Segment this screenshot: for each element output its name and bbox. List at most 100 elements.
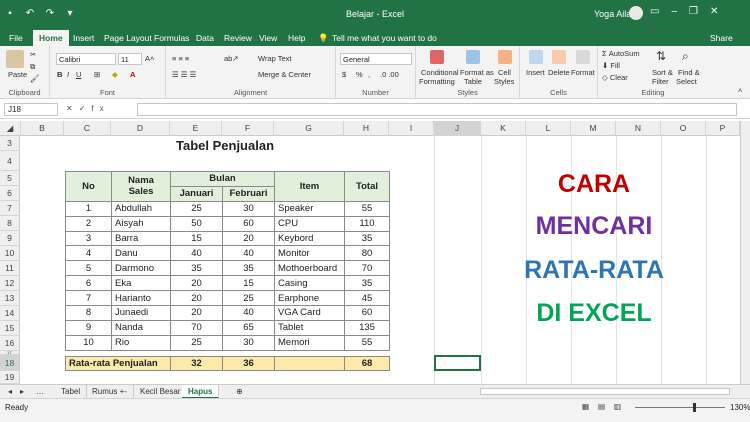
bold-button[interactable]: B [57,70,62,79]
format-cells-icon[interactable] [576,50,590,66]
insert-cells-button[interactable]: Insert [526,68,545,77]
header-nama[interactable]: Nama Sales [111,171,171,202]
cell-nama[interactable]: Darmono [111,260,171,277]
formatting-label[interactable]: Formatting [419,77,455,86]
comma-button[interactable]: , [368,70,370,79]
cell-total[interactable]: 70 [344,260,390,277]
cell-no[interactable]: 3 [65,230,112,247]
cell-total[interactable]: 55 [344,334,390,351]
header-no[interactable]: No [65,171,112,202]
cell-nama[interactable]: Junaedi [111,305,171,321]
align-left-icon[interactable]: ☰ ☰ ☰ [172,70,196,79]
fill-color-icon[interactable]: ◆ [112,70,118,79]
row-header[interactable]: 3 [0,136,20,151]
tab-review[interactable]: Review [224,33,252,43]
cell-total[interactable]: 110 [344,215,390,232]
column-header[interactable]: L [526,121,571,136]
cell-nama[interactable]: Eka [111,275,171,292]
cell-styles-icon[interactable] [498,50,512,66]
sheet-menu-icon[interactable]: … [30,385,50,399]
header-februari[interactable]: Februari [222,185,275,202]
cell-item[interactable]: Memori [274,334,345,351]
cell-februari[interactable]: 35 [222,260,275,277]
cell-no[interactable]: 1 [65,200,112,217]
underline-button[interactable]: U [76,70,81,79]
tab-file[interactable]: File [9,33,23,43]
cell-no[interactable]: 2 [65,215,112,232]
cell-no[interactable]: 5 [65,260,112,277]
enter-icon[interactable]: ✓ [79,104,92,113]
cell-total[interactable]: 80 [344,245,390,262]
merge-center-button[interactable]: Merge & Center [258,70,311,79]
collapse-ribbon-icon[interactable]: ˄ [738,86,742,95]
cell-item[interactable]: Mothoerboard [274,260,345,277]
cell-no[interactable]: 6 [65,275,112,292]
row-header[interactable]: 7 [0,201,20,216]
cell-februari[interactable]: 65 [222,319,275,336]
column-header[interactable]: F [222,121,274,136]
cell-item[interactable]: VGA Card [274,305,345,321]
cell-februari[interactable]: 60 [222,215,275,232]
cell-total[interactable]: 45 [344,290,390,307]
delete-cells-button[interactable]: Delete [548,68,570,77]
autosum-button[interactable]: Σ AutoSum [602,49,640,58]
cell-februari[interactable]: 40 [222,305,275,321]
column-header[interactable]: D [111,121,170,136]
sheet-tab-tabel[interactable]: Tabel [55,385,88,399]
cell-februari[interactable]: 30 [222,334,275,351]
header-bulan[interactable]: Bulan [170,171,275,187]
horizontal-scrollbar[interactable] [480,388,730,395]
cell-item[interactable]: Earphone [274,290,345,307]
cell-januari[interactable]: 40 [170,245,223,262]
percent-button[interactable]: % [356,70,363,79]
cell-januari[interactable]: 25 [170,334,223,351]
copy-icon[interactable]: ⧉ [30,62,35,72]
zoom-level[interactable]: 130% [730,403,750,412]
header-total[interactable]: Total [344,171,390,202]
row-header-active[interactable]: 18 [0,355,20,371]
cell-januari[interactable]: 50 [170,215,223,232]
restore-icon[interactable]: ❐ [689,6,698,17]
column-header-active[interactable]: J [434,121,481,136]
paste-icon[interactable] [6,50,24,70]
cell-januari[interactable]: 15 [170,230,223,247]
cell-total[interactable]: 35 [344,275,390,292]
tab-formulas[interactable]: Formulas [154,33,189,43]
font-size-select[interactable]: 11 [118,53,142,65]
column-header[interactable]: N [616,121,661,136]
tell-me-search[interactable]: Tell me what you want to do [332,33,437,43]
format-cells-button[interactable]: Format [571,68,595,77]
minimize-icon[interactable]: – [671,6,677,17]
page-layout-view-icon[interactable]: ▤ [598,402,605,411]
conditional-label[interactable]: Conditional [421,68,459,77]
cell-nama[interactable]: Aisyah [111,215,171,232]
cell-total[interactable]: 60 [344,305,390,321]
column-header[interactable]: H [344,121,389,136]
average-januari[interactable]: 32 [170,356,223,371]
row-header[interactable]: 12 [0,276,20,291]
select-label[interactable]: Select [676,77,697,86]
increase-font-icon[interactable]: A˄ [145,54,154,63]
borders-icon[interactable]: ⊞ [94,70,100,79]
row-header[interactable]: 11 [0,261,20,276]
zoom-slider[interactable] [635,407,725,408]
align-top-icon[interactable]: ≡ ≡ ≡ [172,54,189,63]
fx-icon[interactable]: fx [91,104,109,113]
cell-no[interactable]: 9 [65,319,112,336]
cut-icon[interactable]: ✂ [30,50,36,59]
currency-button[interactable]: $ [342,70,346,79]
average-item-empty[interactable] [274,356,345,371]
cell-no[interactable]: 4 [65,245,112,262]
row-header[interactable]: 16 [0,336,20,351]
row-header[interactable]: 10 [0,246,20,261]
row-header[interactable]: 4 [0,151,20,171]
filter-label[interactable]: Filter [652,77,669,86]
select-all-corner[interactable]: ◢ [0,121,21,136]
column-header[interactable]: M [571,121,616,136]
cell-no[interactable]: 8 [65,305,112,321]
zoom-slider-handle[interactable] [693,403,696,412]
cell-januari[interactable]: 35 [170,260,223,277]
cell-item[interactable]: Casing [274,275,345,292]
cell-nama[interactable]: Abdullah [111,200,171,217]
insert-cells-icon[interactable] [529,50,543,66]
